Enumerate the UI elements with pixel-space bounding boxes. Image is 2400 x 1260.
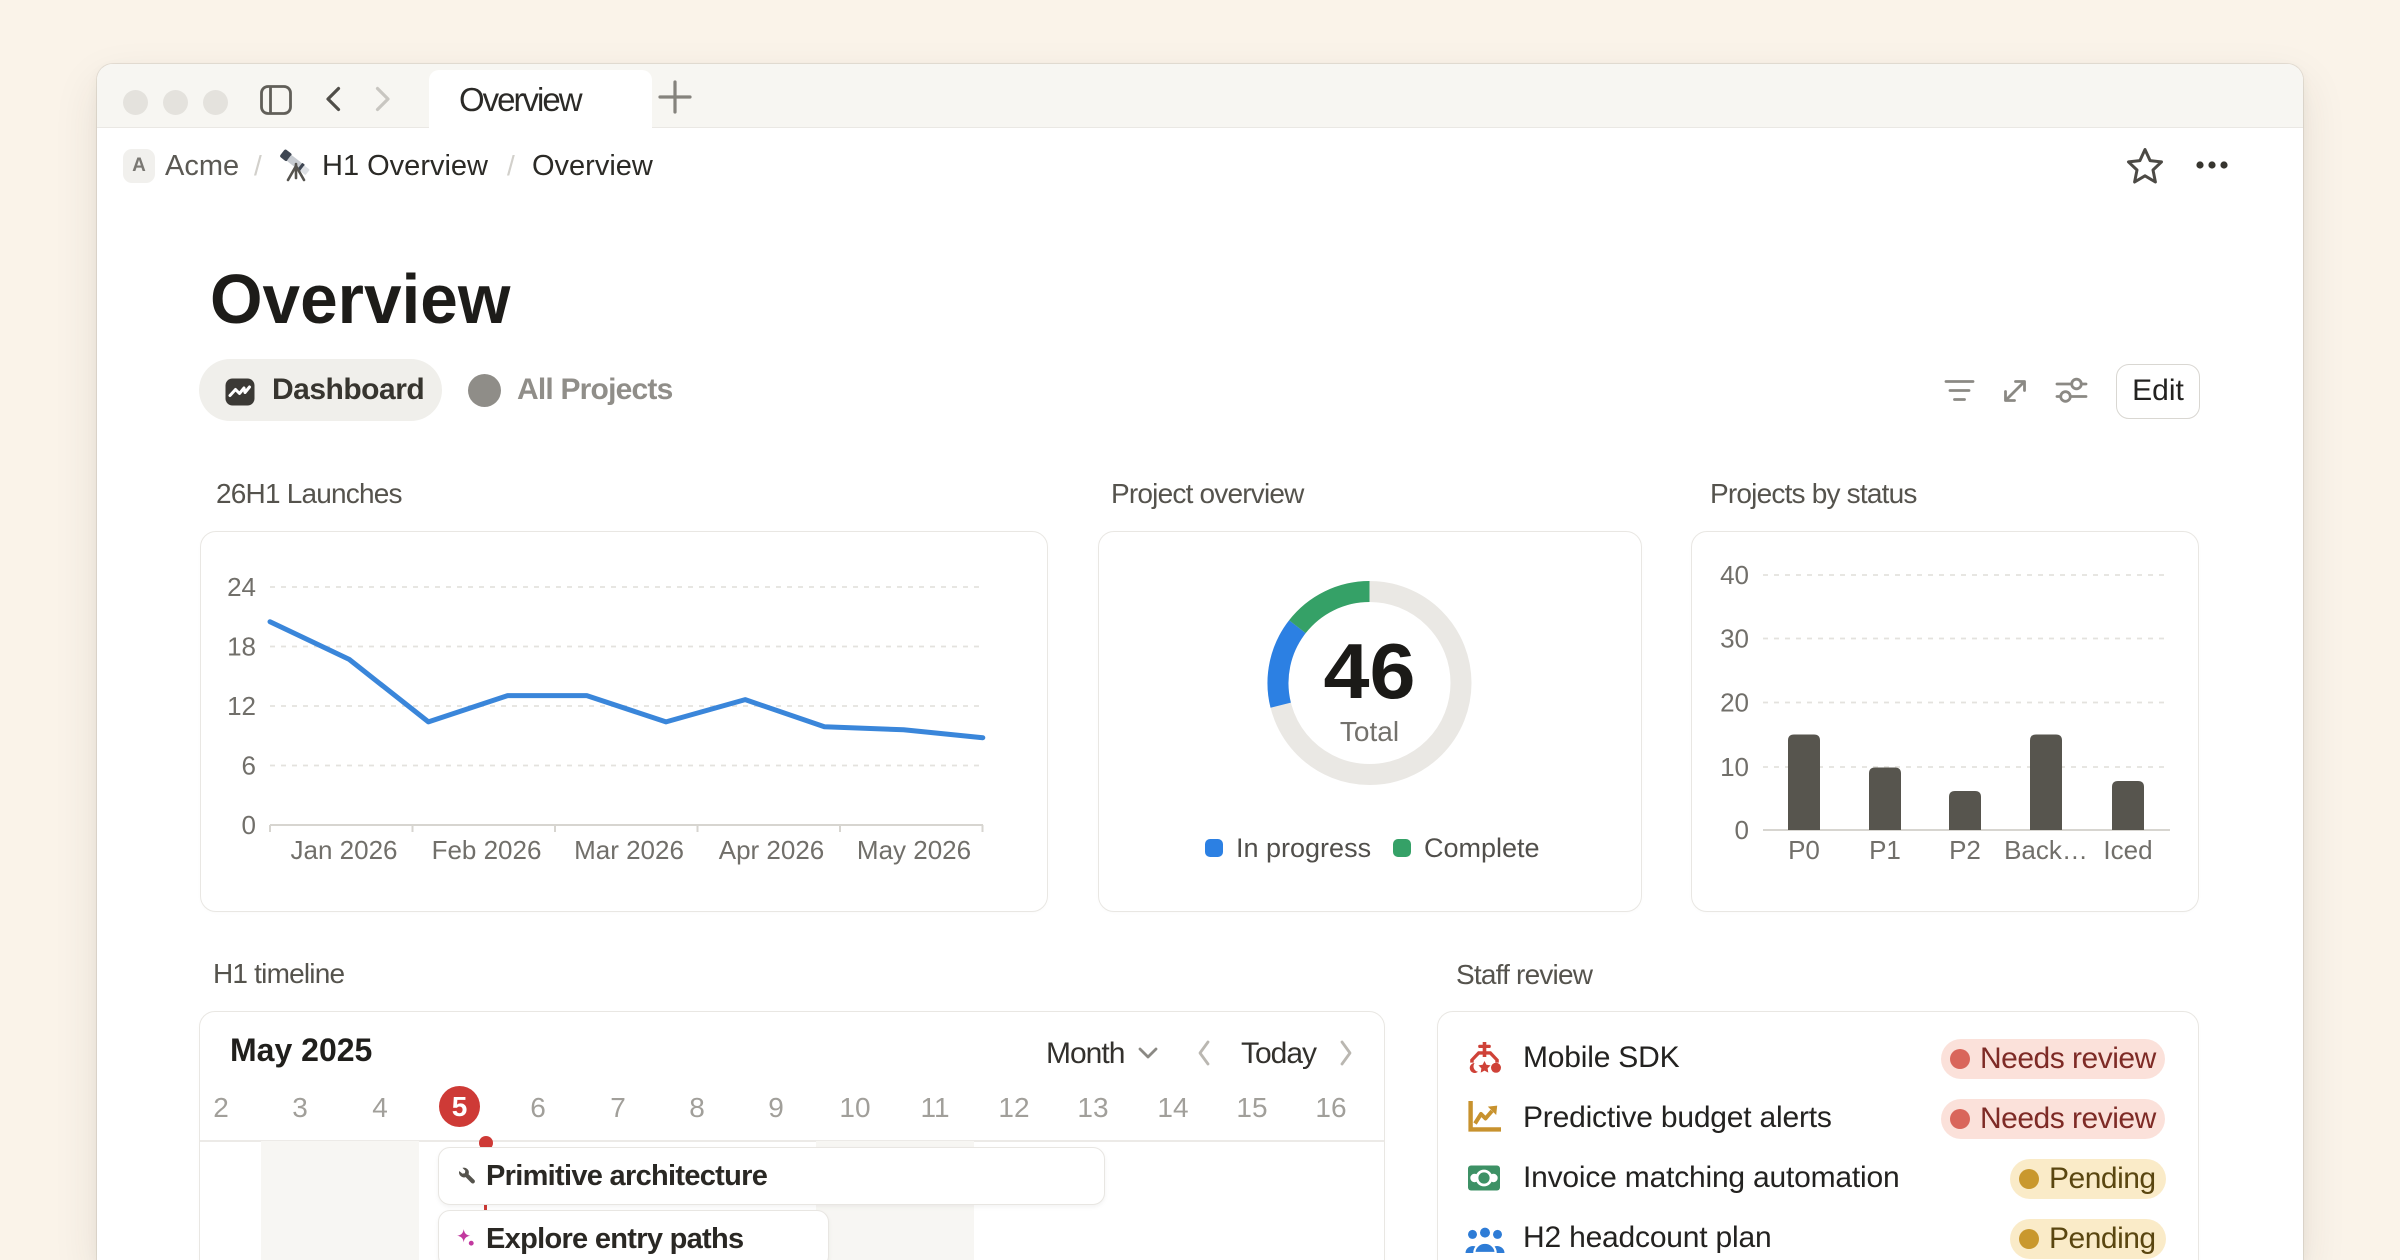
svg-text:P1: P1 bbox=[1869, 835, 1901, 865]
svg-text:Complete: Complete bbox=[1424, 833, 1540, 863]
svg-text:Mar 2026: Mar 2026 bbox=[574, 835, 684, 865]
svg-text:Feb 2026: Feb 2026 bbox=[432, 835, 542, 865]
svg-text:0: 0 bbox=[242, 810, 256, 840]
svg-text:24: 24 bbox=[227, 572, 256, 602]
svg-text:40: 40 bbox=[1720, 560, 1749, 590]
svg-text:6: 6 bbox=[242, 751, 256, 781]
svg-text:P2: P2 bbox=[1949, 835, 1981, 865]
svg-text:46: 46 bbox=[1324, 627, 1416, 715]
svg-text:May 2026: May 2026 bbox=[857, 835, 971, 865]
svg-text:Back…: Back… bbox=[2004, 835, 2088, 865]
svg-text:Apr 2026: Apr 2026 bbox=[719, 835, 825, 865]
svg-text:P0: P0 bbox=[1788, 835, 1820, 865]
svg-text:30: 30 bbox=[1720, 624, 1749, 654]
svg-text:12: 12 bbox=[227, 691, 256, 721]
svg-text:Iced: Iced bbox=[2103, 835, 2152, 865]
svg-text:0: 0 bbox=[1735, 815, 1749, 845]
svg-text:In progress: In progress bbox=[1236, 833, 1371, 863]
svg-text:10: 10 bbox=[1720, 752, 1749, 782]
svg-text:18: 18 bbox=[227, 632, 256, 662]
svg-text:Total: Total bbox=[1340, 716, 1399, 747]
svg-text:Jan 2026: Jan 2026 bbox=[291, 835, 398, 865]
svg-text:20: 20 bbox=[1720, 688, 1749, 718]
